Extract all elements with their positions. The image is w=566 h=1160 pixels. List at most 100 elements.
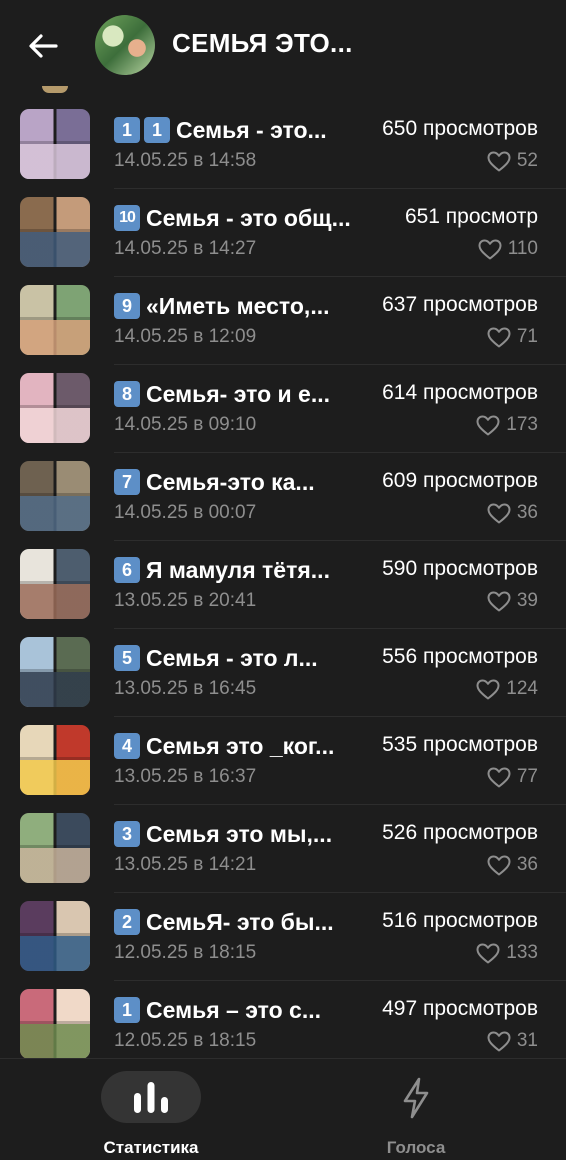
lightning-icon — [403, 1077, 429, 1119]
post-thumbnail[interactable] — [20, 197, 90, 267]
post-likes: 124 — [476, 678, 538, 700]
post-likes: 71 — [487, 326, 538, 348]
post-row[interactable]: 10 Семья - это общ... 651 просмотр 14.05.25… — [0, 188, 566, 276]
post-title: Я мамуля тётя... — [146, 556, 330, 583]
post-thumbnail[interactable] — [20, 109, 90, 179]
post-title-line: 8 Семья- это и е... — [114, 380, 330, 408]
back-button[interactable] — [22, 26, 64, 66]
post-row[interactable]: 1 1 Семья - это... 650 просмотров 14.05.25 в… — [0, 100, 566, 188]
header: СЕМЬЯ ЭТО... — [0, 0, 566, 92]
post-row[interactable]: 9 «Иметь место,... 637 просмотров 14.05.25 … — [0, 276, 566, 364]
post-views: 650 просмотров — [382, 117, 538, 140]
post-title-line: 6Я мамуля тётя... — [114, 556, 330, 584]
number-badge-icon: 2 — [114, 909, 140, 935]
post-likes: 173 — [476, 414, 538, 436]
post-likes: 133 — [476, 942, 538, 964]
post-title: Семья это _ког... — [146, 732, 335, 759]
likes-count: 173 — [506, 414, 538, 435]
arrow-left-icon — [29, 34, 58, 58]
post-views: 651 просмотр — [404, 205, 538, 228]
likes-count: 39 — [516, 590, 538, 611]
heart-icon — [487, 855, 511, 875]
nav-statistics-label: Статистика — [103, 1138, 199, 1157]
post-title: Семья - это... — [176, 116, 327, 143]
number-badge-icon: 7 — [114, 469, 140, 495]
post-row[interactable]: 8 Семья- это и е... 614 просмотров 14.05.25… — [0, 364, 566, 452]
post-likes: 36 — [487, 502, 538, 524]
post-row[interactable]: 4 Семья это _ког... 535 просмотров 13.05.25… — [0, 716, 566, 804]
likes-count: 36 — [516, 854, 538, 875]
post-likes: 31 — [487, 1030, 538, 1052]
post-row[interactable]: 2 СемьЯ- это бы... 516 просмотров 12.05.25 … — [0, 892, 566, 980]
post-row[interactable]: 6Я мамуля тётя... 590 просмотров 13.05.25 … — [0, 540, 566, 628]
nav-votes-label: Голоса — [386, 1138, 446, 1157]
post-likes: 39 — [487, 590, 538, 612]
post-thumbnail[interactable] — [20, 989, 90, 1059]
post-views: 614 просмотров — [382, 381, 538, 404]
number-badge-icon: 6 — [114, 557, 140, 583]
app: СЕМЬЯ ЭТО... 1 1 Семья - это... 650 просмот… — [0, 0, 566, 1160]
post-thumbnail[interactable] — [20, 549, 90, 619]
post-views: 497 просмотров — [382, 997, 538, 1020]
post-thumbnail[interactable] — [20, 813, 90, 883]
row-divider — [114, 892, 566, 893]
post-likes: 77 — [487, 766, 538, 788]
post-date: 14.05.25 в 12:09 — [114, 326, 257, 347]
post-thumbnail[interactable] — [20, 285, 90, 355]
heart-icon — [487, 151, 511, 171]
post-title-line: 3 Семья это мы,... — [114, 820, 332, 848]
post-row[interactable]: 3 Семья это мы,... 526 просмотров 13.05.25 … — [0, 804, 566, 892]
post-date: 14.05.25 в 09:10 — [114, 414, 257, 435]
likes-count: 36 — [516, 502, 538, 523]
post-likes: 110 — [478, 238, 538, 260]
post-thumbnail[interactable] — [20, 637, 90, 707]
post-title-line: 7 Семья-это ка... — [114, 468, 315, 496]
likes-count: 71 — [516, 326, 538, 347]
heart-icon — [487, 503, 511, 523]
post-thumbnail[interactable] — [20, 373, 90, 443]
post-thumbnail[interactable] — [20, 901, 90, 971]
post-title: Семья-это ка... — [146, 468, 315, 495]
post-thumbnail[interactable] — [20, 725, 90, 795]
post-title-line: 4 Семья это _ког... — [114, 732, 334, 760]
heart-icon — [487, 1031, 511, 1051]
row-divider — [114, 628, 566, 629]
post-views: 609 просмотров — [382, 469, 538, 492]
heart-icon — [487, 327, 511, 347]
post-row[interactable]: 5 Семья - это л... 556 просмотров 13.05.25 … — [0, 628, 566, 716]
likes-count: 110 — [507, 238, 538, 259]
likes-count: 124 — [506, 678, 538, 699]
likes-count: 31 — [516, 1030, 538, 1051]
number-badge-icon: 1 — [114, 117, 140, 143]
row-divider — [114, 188, 566, 189]
post-date: 14.05.25 в 00:07 — [114, 502, 257, 523]
post-title-line: 5 Семья - это л... — [114, 644, 318, 672]
post-title: Семья это мы,... — [146, 820, 333, 847]
row-divider — [114, 716, 566, 717]
post-row[interactable]: 7 Семья-это ка... 609 просмотров 14.05.25 в… — [0, 452, 566, 540]
row-divider — [114, 980, 566, 981]
post-likes: 52 — [487, 150, 538, 172]
post-thumbnail[interactable] — [20, 461, 90, 531]
nav-tab-votes[interactable]: Голоса — [365, 1071, 467, 1157]
channel-avatar[interactable] — [95, 15, 155, 75]
post-date: 13.05.25 в 20:41 — [114, 590, 257, 611]
channel-title[interactable]: СЕМЬЯ ЭТО... — [172, 28, 353, 59]
post-date: 13.05.25 в 14:21 — [114, 854, 257, 875]
number-badge-icon: 9 — [114, 293, 140, 319]
post-title-line: 1 Семья – это с... — [114, 996, 321, 1024]
post-title-line: 10 Семья - это общ... — [114, 204, 351, 232]
heart-icon — [487, 591, 511, 611]
post-views: 590 просмотров — [382, 557, 538, 580]
likes-count: 133 — [506, 942, 538, 963]
post-date: 12.05.25 в 18:15 — [114, 1030, 257, 1051]
row-divider — [114, 364, 566, 365]
post-title-line: 9 «Иметь место,... — [114, 292, 329, 320]
post-row[interactable]: 1 Семья – это с... 497 просмотров 12.05.25 … — [0, 980, 566, 1068]
number-badge-icon: 10 — [114, 205, 140, 231]
post-title: Семья - это общ... — [146, 204, 351, 231]
number-badge-icon: 1 — [144, 117, 170, 143]
likes-count: 52 — [516, 150, 538, 171]
nav-tab-statistics[interactable]: Статистика — [95, 1071, 207, 1157]
post-date: 12.05.25 в 18:15 — [114, 942, 257, 963]
